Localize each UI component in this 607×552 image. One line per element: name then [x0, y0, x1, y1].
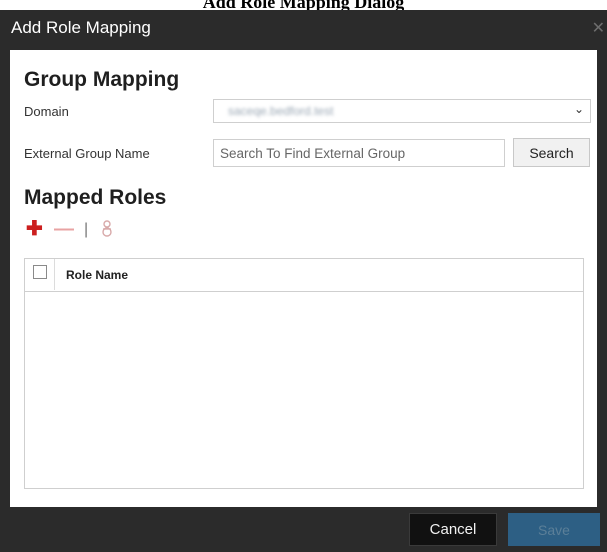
cancel-button[interactable]: Cancel: [409, 513, 497, 546]
group-mapping-heading: Group Mapping: [24, 68, 180, 91]
dialog-titlebar: Add Role Mapping ✕: [0, 10, 607, 50]
figure-caption: Add Role Mapping Dialog: [202, 0, 405, 10]
search-button[interactable]: Search: [513, 138, 590, 167]
table-header: Role Name: [25, 259, 583, 292]
mapped-roles-table: Role Name: [24, 258, 584, 489]
domain-select[interactable]: saceqe.bedford.test ⌄: [213, 99, 591, 123]
domain-label: Domain: [24, 104, 69, 119]
column-divider: [54, 259, 55, 290]
domain-value: saceqe.bedford.test: [228, 104, 334, 118]
external-group-input[interactable]: [213, 139, 505, 167]
column-header-role-name[interactable]: Role Name: [66, 268, 128, 282]
toolbar-divider: |: [84, 221, 89, 238]
close-icon[interactable]: ✕: [592, 18, 605, 38]
mapped-roles-heading: Mapped Roles: [24, 186, 167, 209]
dialog-body: Group Mapping Domain saceqe.bedford.test…: [10, 50, 597, 507]
chevron-down-icon: ⌄: [573, 102, 584, 116]
external-group-label: External Group Name: [24, 146, 150, 161]
select-all-checkbox[interactable]: [33, 265, 47, 279]
dialog-frame-right: [597, 50, 607, 507]
dialog-frame-left: [0, 50, 10, 507]
role-settings-icon[interactable]: [100, 220, 114, 243]
dialog-footer: Cancel Save: [0, 507, 607, 552]
save-button[interactable]: Save: [508, 513, 600, 546]
plus-icon[interactable]: ✚: [26, 218, 43, 240]
minus-icon[interactable]: —: [54, 218, 74, 240]
dialog-title: Add Role Mapping: [11, 18, 151, 37]
